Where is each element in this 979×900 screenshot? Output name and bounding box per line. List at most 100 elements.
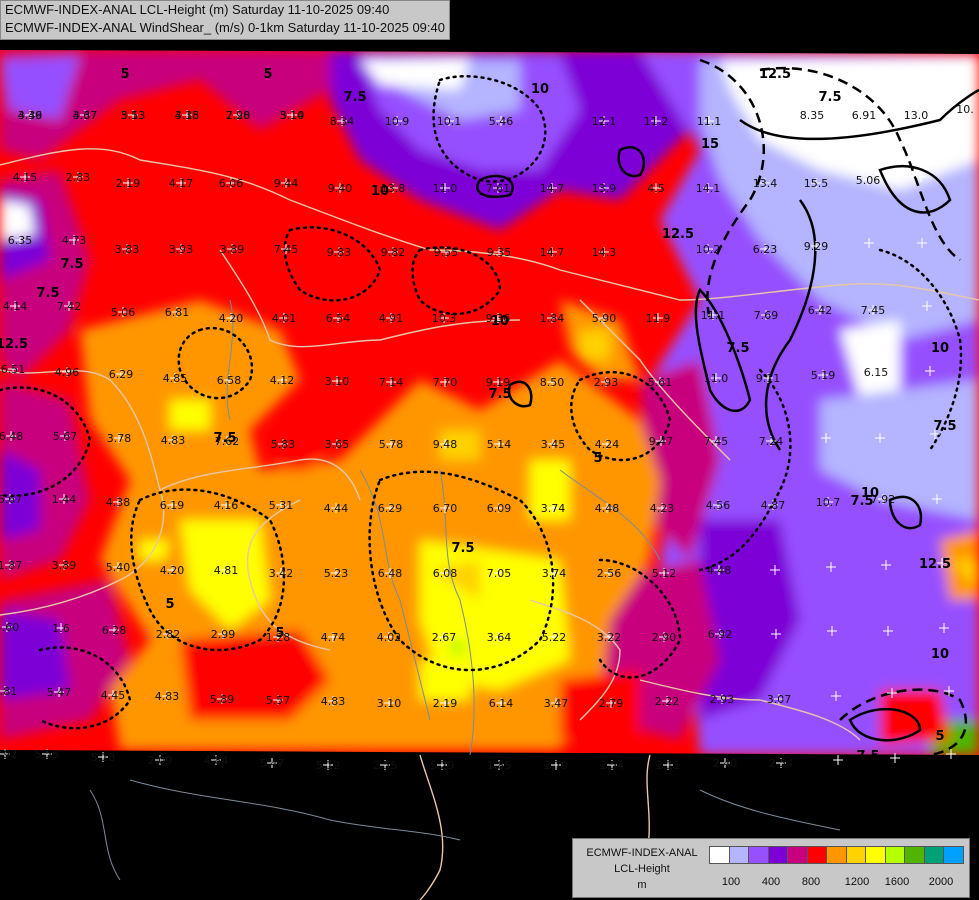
grid-value-label: 14.3 xyxy=(592,246,617,259)
grid-value-label: 10.1 xyxy=(437,115,462,128)
grid-value-label: 5.19 xyxy=(811,369,836,382)
grid-value-label: 5.47 xyxy=(260,757,285,770)
grid-value-label: 4.81 xyxy=(0,685,17,698)
legend-swatch xyxy=(923,846,945,864)
grid-value-label: 7.45 xyxy=(704,435,729,448)
weather-map-viewer: 4.49 3.67 3.13 3.18 2.28 3.10 8.34 10.9 10.1 5.46… xyxy=(0,0,979,900)
grid-value-label: 2.93 xyxy=(710,693,735,706)
grid-value-label: 6.42 xyxy=(808,304,833,317)
grid-value-label: 9.29 xyxy=(804,240,829,253)
grid-value-label: 3.89 xyxy=(220,243,245,256)
grid-value-label: 2.79 xyxy=(599,697,624,710)
grid-value-label: 4.83 xyxy=(161,434,186,447)
grid-value-label: 5.57 xyxy=(266,694,291,707)
grid-value-label: 3.22 xyxy=(597,631,622,644)
legend-tick-label: 800 xyxy=(801,876,821,888)
contour-label: 7.5 xyxy=(60,257,83,272)
grid-value-label: 2.99 xyxy=(211,628,236,641)
grid-value-label: 3.42 xyxy=(269,567,294,580)
grid-value-label: 4.83 xyxy=(155,690,180,703)
contour-label: 7.5 xyxy=(488,387,511,402)
grid-value-label: 3.65 xyxy=(325,438,350,451)
grid-value-label: 5.14 xyxy=(280,109,305,122)
grid-value-label: 4.60 xyxy=(0,621,19,634)
grid-value-label: 6.54 xyxy=(326,312,351,325)
grid-value-label: 6.06 xyxy=(219,177,244,190)
legend-swatch xyxy=(865,846,886,864)
grid-value-label: 7.24 xyxy=(759,435,784,448)
grid-value-label: 5.23 xyxy=(324,567,349,580)
grid-value-label: 14.7 xyxy=(540,182,565,195)
contour-label: 10 xyxy=(531,82,549,97)
grid-value-label: 7.42 xyxy=(57,300,82,313)
grid-value-label: 13.4 xyxy=(753,177,778,190)
grid-value-label: 4.12 xyxy=(270,374,295,387)
map-header: ECMWF-INDEX-ANAL LCL-Height (m) Saturday… xyxy=(0,0,450,40)
grid-value-label: 6.58 xyxy=(217,374,242,387)
grid-value-label: 11.0 xyxy=(433,182,458,195)
grid-value-label: 4.20 xyxy=(219,312,244,325)
contour-label: 5 xyxy=(935,729,944,744)
legend-field: LCL-Height xyxy=(614,863,670,875)
grid-value-label: 5.89 xyxy=(210,693,235,706)
grid-value-label: 4.96 xyxy=(55,366,80,379)
grid-value-label: 6.48 xyxy=(378,567,403,580)
legend-tick-label: 2000 xyxy=(928,876,954,888)
legend-swatch xyxy=(806,846,828,864)
legend-tick-label: 1600 xyxy=(884,876,910,888)
legend-swatch xyxy=(709,846,730,864)
grid-value-label: 4.01 xyxy=(272,312,297,325)
grid-value-label: 4.24 xyxy=(595,438,620,451)
legend-title: ECMWF-INDEX-ANAL LCL-Height m xyxy=(577,845,707,893)
grid-value-label: 2.54 xyxy=(600,759,625,772)
grid-value-label: 6.70 xyxy=(433,502,458,515)
grid-value-label: 5.06 xyxy=(111,306,136,319)
grid-value-label: 6.48 xyxy=(0,430,23,443)
contour-label: 10 xyxy=(371,184,389,199)
legend-model: ECMWF-INDEX-ANAL xyxy=(586,847,698,859)
grid-value-label: 5.40 xyxy=(106,561,131,574)
contour-label: 7.5 xyxy=(213,431,236,446)
contour-label: 5 xyxy=(120,67,129,82)
contour-label: 15 xyxy=(701,137,719,152)
contour-label: 10 xyxy=(931,341,949,356)
grid-value-label: 6.92 xyxy=(708,628,733,641)
lcl-height-map: 4.49 3.67 3.13 3.18 2.28 3.10 8.34 10.9 10.1 5.46… xyxy=(0,0,979,900)
grid-value-label: 5.55 xyxy=(35,748,60,761)
contour-label: 7.5 xyxy=(36,286,59,301)
grid-value-label: 6.28 xyxy=(102,624,127,637)
grid-value-label: 2.56 xyxy=(597,567,622,580)
grid-value-label: 1.44 xyxy=(52,493,77,506)
grid-value-label: 5.90 xyxy=(592,312,617,325)
contour-label: 10 xyxy=(931,647,949,662)
grid-value-label: 7.14 xyxy=(379,376,404,389)
grid-value-label: 11.1 xyxy=(701,309,726,322)
contour-label: 7.5 xyxy=(933,419,956,434)
grid-value-label: 5.46 xyxy=(489,115,514,128)
contour-label: 5 xyxy=(165,597,174,612)
grid-value-label: 4.84 xyxy=(204,754,229,767)
grid-value-label: 5.06 xyxy=(856,174,881,187)
grid-value-label: 6.51 xyxy=(1,363,26,376)
legend-swatch xyxy=(787,846,808,864)
grid-value-label: 2.19 xyxy=(116,177,141,190)
grid-value-label: 4.74 xyxy=(321,631,346,644)
grid-value-label: 4.45 xyxy=(101,689,126,702)
grid-value-label: 8.50 xyxy=(540,376,565,389)
grid-value-label: 3.83 xyxy=(115,243,140,256)
grid-value-label: 4.85 xyxy=(163,372,188,385)
grid-value-label: 1.85 xyxy=(487,759,512,772)
grid-value-label: 2.55 xyxy=(373,759,398,772)
grid-value-label: 9.48 xyxy=(433,438,458,451)
grid-value-label: 4.02 xyxy=(377,631,402,644)
grid-value-label: 2.82 xyxy=(156,628,181,641)
legend-swatch xyxy=(904,846,925,864)
grid-value-label: 4.14 xyxy=(3,300,28,313)
grid-value-label: 7.70 xyxy=(433,376,458,389)
grid-value-label: 9.11 xyxy=(756,372,781,385)
grid-value-label: 4.56 xyxy=(706,499,731,512)
contour-label: 7.5 xyxy=(818,90,841,105)
grid-value-label: 5.29 xyxy=(430,759,455,772)
contour-label: 7.5 xyxy=(343,90,366,105)
grid-value-label: 9.44 xyxy=(274,177,299,190)
